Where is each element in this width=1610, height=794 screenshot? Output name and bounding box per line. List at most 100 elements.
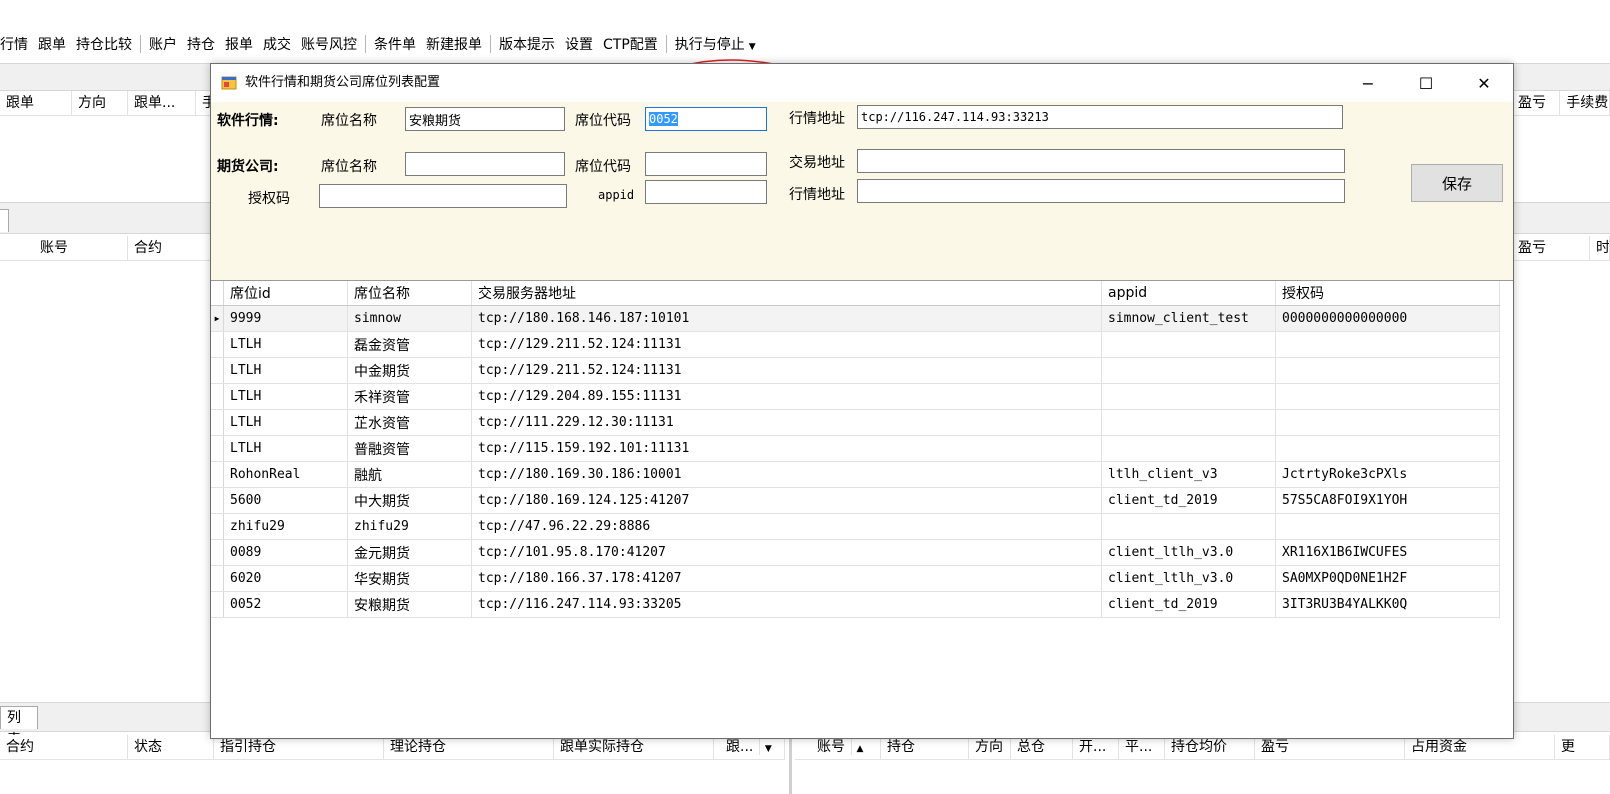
cell-appid[interactable] — [1101, 331, 1276, 358]
row-header[interactable] — [211, 487, 224, 514]
row-header[interactable] — [211, 383, 224, 410]
cell-appid[interactable] — [1101, 409, 1276, 436]
cell-seat-name[interactable]: 金元期货 — [347, 539, 472, 566]
cell-server-addr[interactable]: tcp://101.95.8.170:41207 — [471, 539, 1102, 566]
row-header[interactable] — [211, 513, 224, 540]
row-header[interactable] — [211, 331, 224, 358]
cell-server-addr[interactable]: tcp://180.166.37.178:41207 — [471, 565, 1102, 592]
maximize-button[interactable]: ☐ — [1397, 64, 1455, 102]
cell-server-addr[interactable]: tcp://180.168.146.187:10101 — [471, 305, 1102, 332]
table-row[interactable]: LTLH 禾祥资管 tcp://129.204.89.155:11131 — [211, 383, 1500, 410]
menu-new-order[interactable]: 新建报单 — [421, 34, 487, 54]
cell-auth-code[interactable] — [1275, 331, 1500, 358]
col-contract-b[interactable]: 合约 — [0, 735, 128, 759]
cell-server-addr[interactable]: tcp://129.211.52.124:11131 — [471, 331, 1102, 358]
cell-seat-name[interactable]: 磊金资管 — [347, 331, 472, 358]
menu-version-hint[interactable]: 版本提示 — [494, 34, 560, 54]
cell-seat-name[interactable]: 芷水资管 — [347, 409, 472, 436]
row-header[interactable] — [211, 435, 224, 462]
row-header[interactable] — [211, 409, 224, 436]
software-seat-name-input[interactable] — [405, 107, 565, 131]
row-header[interactable] — [211, 357, 224, 384]
menu-follow-order[interactable]: 跟单 — [33, 34, 71, 54]
cell-seat-name[interactable]: 普融资管 — [347, 435, 472, 462]
cell-appid[interactable]: client_ltlh_v3.0 — [1101, 539, 1276, 566]
cell-server-addr[interactable]: tcp://47.96.22.29:8886 — [471, 513, 1102, 540]
software-seat-code-input[interactable]: 0052 — [645, 107, 767, 131]
menu-run-stop[interactable]: 执行与停止 ▼ — [670, 34, 761, 54]
mid-tab[interactable] — [0, 209, 9, 232]
broker-seat-code-input[interactable] — [645, 152, 767, 176]
cell-seat-name[interactable]: 华安期货 — [347, 565, 472, 592]
table-row[interactable]: LTLH 芷水资管 tcp://111.229.12.30:11131 — [211, 409, 1500, 436]
cell-appid[interactable] — [1101, 357, 1276, 384]
cell-seat-id[interactable]: LTLH — [223, 331, 348, 358]
table-row[interactable]: 6020 华安期货 tcp://180.166.37.178:41207 client… — [211, 565, 1500, 592]
row-header[interactable] — [211, 461, 224, 488]
cell-auth-code[interactable]: 3IT3RU3B4YALKK0Q — [1275, 591, 1500, 618]
table-row[interactable]: LTLH 磊金资管 tcp://129.211.52.124:11131 — [211, 331, 1500, 358]
cell-seat-name[interactable]: 安粮期货 — [347, 591, 472, 618]
cell-auth-code[interactable]: XR116X1B6IWCUFES — [1275, 539, 1500, 566]
col-seat-id[interactable]: 席位id — [223, 281, 348, 306]
cell-server-addr[interactable]: tcp://111.229.12.30:11131 — [471, 409, 1102, 436]
col-server-addr[interactable]: 交易服务器地址 — [471, 281, 1102, 306]
cell-seat-id[interactable]: RohonReal — [223, 461, 348, 488]
cell-seat-name[interactable]: 禾祥资管 — [347, 383, 472, 410]
cell-appid[interactable]: client_ltlh_v3.0 — [1101, 565, 1276, 592]
cell-seat-id[interactable]: LTLH — [223, 383, 348, 410]
col-account[interactable]: 账号 — [0, 236, 128, 260]
cell-auth-code[interactable]: SA0MXP0QD0NE1H2F — [1275, 565, 1500, 592]
cell-auth-code[interactable] — [1275, 513, 1500, 540]
broker-seat-name-input[interactable] — [405, 152, 565, 176]
cell-seat-id[interactable]: 6020 — [223, 565, 348, 592]
table-row[interactable]: ▶ 9999 simnow tcp://180.168.146.187:10101 si… — [211, 305, 1500, 332]
close-button[interactable]: ✕ — [1455, 64, 1513, 102]
col-update[interactable]: 更 — [1555, 735, 1610, 759]
cell-server-addr[interactable]: tcp://116.247.114.93:33205 — [471, 591, 1102, 618]
col-pnl-2[interactable]: 盈亏 — [1512, 236, 1590, 260]
menu-position-compare[interactable]: 持仓比较 — [71, 34, 137, 54]
col-follow[interactable]: 跟单 — [0, 91, 72, 115]
col-auth-code[interactable]: 授权码 — [1275, 281, 1500, 306]
menu-settings[interactable]: 设置 — [560, 34, 598, 54]
col-status[interactable]: 状态 — [128, 735, 214, 759]
menu-quotes[interactable]: 行情 — [0, 34, 33, 54]
cell-seat-id[interactable]: LTLH — [223, 435, 348, 462]
table-row[interactable]: 0052 安粮期货 tcp://116.247.114.93:33205 client… — [211, 591, 1500, 618]
cell-seat-id[interactable]: 0052 — [223, 591, 348, 618]
table-row[interactable]: 0089 金元期货 tcp://101.95.8.170:41207 client_l… — [211, 539, 1500, 566]
menu-account[interactable]: 账户 — [144, 34, 182, 54]
cell-server-addr[interactable]: tcp://180.169.124.125:41207 — [471, 487, 1102, 514]
cell-seat-id[interactable]: 9999 — [223, 305, 348, 332]
menu-account-risk[interactable]: 账号风控 — [296, 34, 362, 54]
table-row[interactable]: RohonReal 融航 tcp://180.169.30.186:10001 ltl… — [211, 461, 1500, 488]
table-row[interactable]: 5600 中大期货 tcp://180.169.124.125:41207 clien… — [211, 487, 1500, 514]
table-row[interactable]: zhifu29 zhifu29 tcp://47.96.22.29:8886 — [211, 513, 1500, 540]
cell-auth-code[interactable] — [1275, 357, 1500, 384]
appid-input[interactable] — [645, 180, 767, 204]
row-header[interactable] — [211, 591, 224, 618]
dialog-titlebar[interactable]: 软件行情和期货公司席位列表配置 − ☐ ✕ — [211, 64, 1513, 102]
cell-appid[interactable] — [1101, 435, 1276, 462]
col-contract[interactable]: 合约 — [128, 236, 215, 260]
cell-server-addr[interactable]: tcp://129.211.52.124:11131 — [471, 357, 1102, 384]
broker-quote-addr-input[interactable] — [857, 179, 1345, 203]
col-seat-name[interactable]: 席位名称 — [347, 281, 472, 306]
cell-appid[interactable] — [1101, 383, 1276, 410]
col-fee[interactable]: 手续费 — [1560, 91, 1610, 115]
cell-seat-name[interactable]: zhifu29 — [347, 513, 472, 540]
minimize-button[interactable]: − — [1339, 64, 1397, 102]
cell-seat-id[interactable]: zhifu29 — [223, 513, 348, 540]
cell-appid[interactable]: simnow_client_test — [1101, 305, 1276, 332]
splitter[interactable] — [789, 735, 792, 794]
cell-seat-id[interactable]: LTLH — [223, 409, 348, 436]
cell-server-addr[interactable]: tcp://115.159.192.101:11131 — [471, 435, 1102, 462]
cell-auth-code[interactable]: JctrtyRoke3cPXls — [1275, 461, 1500, 488]
menu-orders[interactable]: 报单 — [220, 34, 258, 54]
menu-positions[interactable]: 持仓 — [182, 34, 220, 54]
cell-server-addr[interactable]: tcp://129.204.89.155:11131 — [471, 383, 1102, 410]
cell-seat-id[interactable]: 5600 — [223, 487, 348, 514]
save-button[interactable]: 保存 — [1411, 164, 1503, 202]
cell-appid[interactable]: ltlh_client_v3 — [1101, 461, 1276, 488]
